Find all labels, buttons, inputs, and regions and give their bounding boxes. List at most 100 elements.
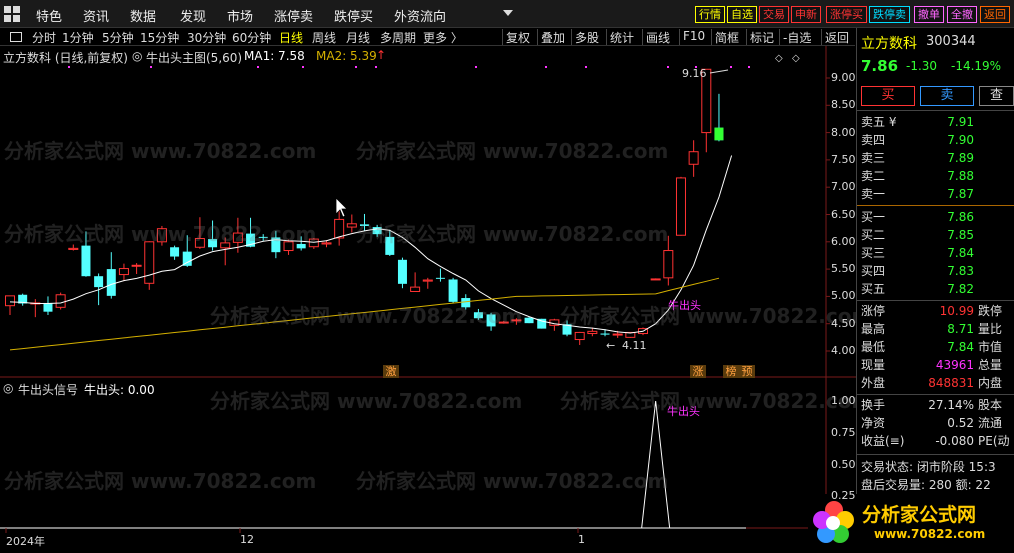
toolbar-separator — [679, 29, 680, 45]
quick-button-撤单[interactable]: 撤单 — [914, 6, 944, 23]
candle-body — [55, 294, 66, 308]
indicator-collapse-icon[interactable]: ◎ — [132, 49, 142, 63]
quick-button-交易[interactable]: 交易 — [759, 6, 789, 23]
menu-item-市场[interactable]: 市场 — [227, 6, 253, 25]
ask-price[interactable]: 7.87 — [940, 185, 974, 203]
timeframe-tab-月线[interactable]: 月线 — [346, 29, 370, 46]
toolbar-separator — [502, 29, 503, 45]
menu-item-外资流向[interactable]: 外资流向 — [394, 6, 446, 25]
x-axis-label: 2024年 — [6, 535, 45, 548]
stat-label-2: 量比 — [978, 322, 1003, 336]
tool-button-F10[interactable]: F10 — [683, 29, 705, 43]
buy-button[interactable]: 买 — [861, 86, 915, 106]
stat-label: 净资 — [861, 416, 886, 430]
candle-body — [346, 223, 357, 228]
quick-button-行情[interactable]: 行情 — [695, 6, 725, 23]
timeframe-tab-分时[interactable]: 分时 — [32, 29, 56, 46]
y-axis-label: 5.50 — [831, 262, 856, 276]
apps-grid-icon[interactable] — [4, 6, 20, 22]
low-price-label: 4.11 — [622, 339, 647, 352]
toolbar-separator — [571, 29, 572, 45]
menu-item-特色[interactable]: 特色 — [36, 6, 62, 25]
ask-price[interactable]: 7.88 — [940, 167, 974, 185]
tool-button--自选[interactable]: -自选 — [783, 29, 811, 46]
menu-item-涨停卖[interactable]: 涨停卖 — [274, 6, 313, 25]
stock-name: 立方数科 — [861, 36, 917, 52]
flag-预[interactable]: 预 — [739, 365, 755, 378]
candle-body — [144, 241, 155, 284]
timeframe-tab-多周期[interactable]: 多周期 — [380, 29, 416, 46]
stat-value: 10.99 — [939, 304, 974, 318]
quick-button-涨停买[interactable]: 涨停买 — [826, 6, 867, 23]
timeframe-tab-1分钟[interactable]: 1分钟 — [62, 29, 94, 46]
toolbar-separator — [642, 29, 643, 45]
after-hours-volume: 盘后交易量: 280 额: 22 — [861, 478, 991, 492]
quick-button-跌停卖[interactable]: 跌停卖 — [869, 6, 910, 23]
quick-button-自选[interactable]: 自选 — [727, 6, 757, 23]
tool-button-标记[interactable]: 标记 — [750, 29, 774, 46]
menu-more-caret-icon[interactable] — [503, 10, 513, 16]
timeframe-tab-5分钟[interactable]: 5分钟 — [102, 29, 134, 46]
top-marker — [355, 66, 357, 68]
ask-price[interactable]: 7.89 — [940, 149, 974, 167]
tool-button-多股[interactable]: 多股 — [575, 29, 599, 46]
menu-item-跌停买[interactable]: 跌停买 — [334, 6, 373, 25]
toolbar-separator — [537, 29, 538, 45]
current-price: 7.86 — [861, 57, 899, 75]
ask-price[interactable]: 7.91 — [940, 113, 974, 131]
ask-label: 卖二 — [861, 169, 886, 183]
y-axis-label: 0.50 — [831, 457, 856, 471]
low-arrow-icon: ← — [606, 339, 616, 352]
timeframe-tab-30分钟[interactable]: 30分钟 — [187, 29, 226, 46]
timeframe-tab-60分钟[interactable]: 60分钟 — [232, 29, 271, 46]
candle-body — [600, 333, 610, 335]
bid-price[interactable]: 7.86 — [940, 208, 974, 226]
layout-toggle-icon[interactable] — [10, 32, 22, 42]
stat-label: 涨停 — [861, 304, 886, 318]
top-marker — [545, 66, 547, 68]
bid-price[interactable]: 7.85 — [940, 226, 974, 244]
sell-button[interactable]: 卖 — [920, 86, 974, 106]
tool-button-画线[interactable]: 画线 — [646, 29, 670, 46]
bid-price[interactable]: 7.83 — [940, 262, 974, 280]
bid-price[interactable]: 7.84 — [940, 244, 974, 262]
tool-button-返回[interactable]: 返回 — [825, 29, 849, 46]
query-button[interactable]: 查 — [979, 86, 1014, 106]
tool-button-复权[interactable]: 复权 — [506, 29, 530, 46]
subchart-title: 牛出头信号 — [18, 383, 79, 397]
subchart-collapse-icon[interactable]: ◎ — [3, 381, 13, 395]
flag-激[interactable]: 激 — [383, 365, 399, 378]
flag-榜[interactable]: 榜 — [723, 365, 739, 378]
watermark: 分析家公式网 www.70822.com — [210, 304, 523, 328]
watermark: 分析家公式网 www.70822.com — [356, 469, 669, 493]
candle-body — [106, 269, 116, 296]
timeframe-tab-周线[interactable]: 周线 — [312, 29, 336, 46]
ma2-label: MA2: 5.39 — [316, 49, 377, 63]
stat-value: 8.71 — [947, 322, 974, 336]
menu-item-数据[interactable]: 数据 — [130, 6, 156, 25]
ma1-label: MA1: 7.58 — [244, 49, 305, 63]
quick-button-申新[interactable]: 申新 — [791, 6, 821, 23]
flag-涨[interactable]: 涨 — [690, 365, 706, 378]
stat-label: 换手 — [861, 398, 886, 412]
tool-button-叠加[interactable]: 叠加 — [541, 29, 565, 46]
quick-button-返回[interactable]: 返回 — [980, 6, 1010, 23]
top-marker — [302, 66, 304, 68]
price-change-pct: -14.19% — [951, 59, 1002, 73]
timeframe-tab-更多 〉[interactable]: 更多 〉 — [423, 29, 463, 46]
bid-price[interactable]: 7.82 — [940, 280, 974, 298]
high-price-label: 9.16 — [682, 67, 707, 80]
spread-divider — [857, 205, 1014, 206]
timeframe-tab-日线[interactable]: 日线 — [279, 29, 303, 46]
tool-button-简框[interactable]: 简框 — [715, 29, 739, 46]
timeframe-tab-15分钟[interactable]: 15分钟 — [140, 29, 179, 46]
bid-label: 买三 — [861, 246, 886, 260]
candle-body — [448, 279, 458, 302]
watermark: 分析家公式网 www.70822.com — [560, 304, 873, 328]
menu-item-发现[interactable]: 发现 — [180, 6, 206, 25]
stat-label-2: PE(动 — [978, 434, 1010, 448]
tool-button-统计[interactable]: 统计 — [610, 29, 634, 46]
quick-button-全撤[interactable]: 全撤 — [947, 6, 977, 23]
ask-price[interactable]: 7.90 — [940, 131, 974, 149]
menu-item-资讯[interactable]: 资讯 — [83, 6, 109, 25]
